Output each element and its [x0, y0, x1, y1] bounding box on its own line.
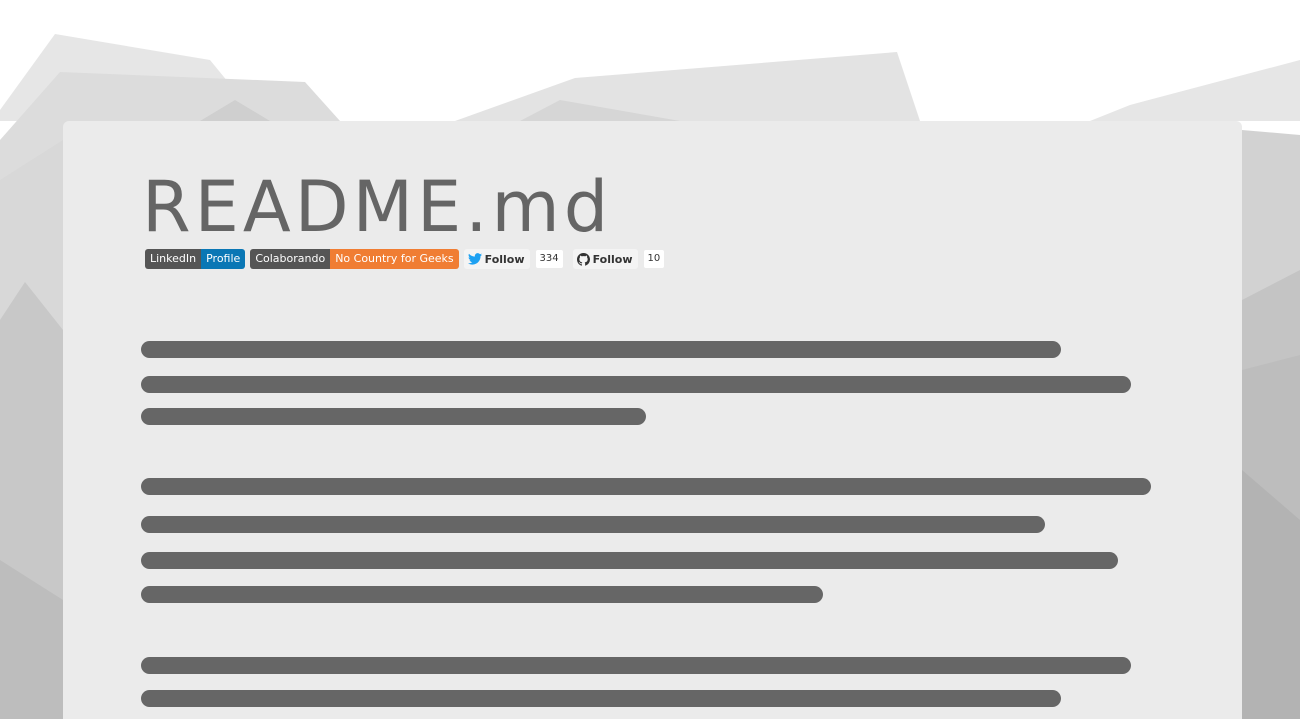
placeholder-text-line	[141, 690, 1061, 707]
colaborando-badge-label: Colaborando	[250, 249, 331, 269]
github-follow-label-wrap: Follow	[572, 249, 638, 269]
placeholder-text-line	[141, 586, 823, 603]
linkedin-profile-badge[interactable]: LinkedIn Profile	[145, 249, 246, 269]
page-title: README.md	[142, 166, 613, 248]
placeholder-text-line	[141, 478, 1151, 495]
twitter-follow-label-wrap: Follow	[463, 249, 530, 269]
placeholder-text-line	[141, 657, 1131, 674]
placeholder-text-line	[141, 341, 1061, 358]
github-follower-count: 10	[643, 250, 665, 268]
colaborando-badge[interactable]: Colaborando No Country for Geeks	[250, 249, 459, 269]
placeholder-text-line	[141, 516, 1045, 533]
github-follow-label: Follow	[592, 252, 633, 266]
linkedin-badge-label: LinkedIn	[145, 249, 202, 269]
colaborando-badge-value: No Country for Geeks	[330, 249, 459, 269]
github-follow-button[interactable]: Follow 10	[572, 249, 665, 269]
placeholder-text-line	[141, 408, 646, 425]
twitter-bird-icon	[467, 253, 482, 265]
github-octocat-icon	[576, 252, 590, 266]
badge-row: LinkedIn Profile Colaborando No Country …	[145, 249, 674, 269]
twitter-follow-label: Follow	[484, 252, 525, 266]
linkedin-badge-value: Profile	[201, 249, 246, 269]
twitter-follower-count: 334	[535, 250, 563, 268]
placeholder-text-line	[141, 376, 1131, 393]
placeholder-text-line	[141, 552, 1118, 569]
twitter-follow-button[interactable]: Follow 334	[463, 249, 563, 269]
readme-card: README.md LinkedIn Profile Colaborando N…	[63, 121, 1242, 719]
